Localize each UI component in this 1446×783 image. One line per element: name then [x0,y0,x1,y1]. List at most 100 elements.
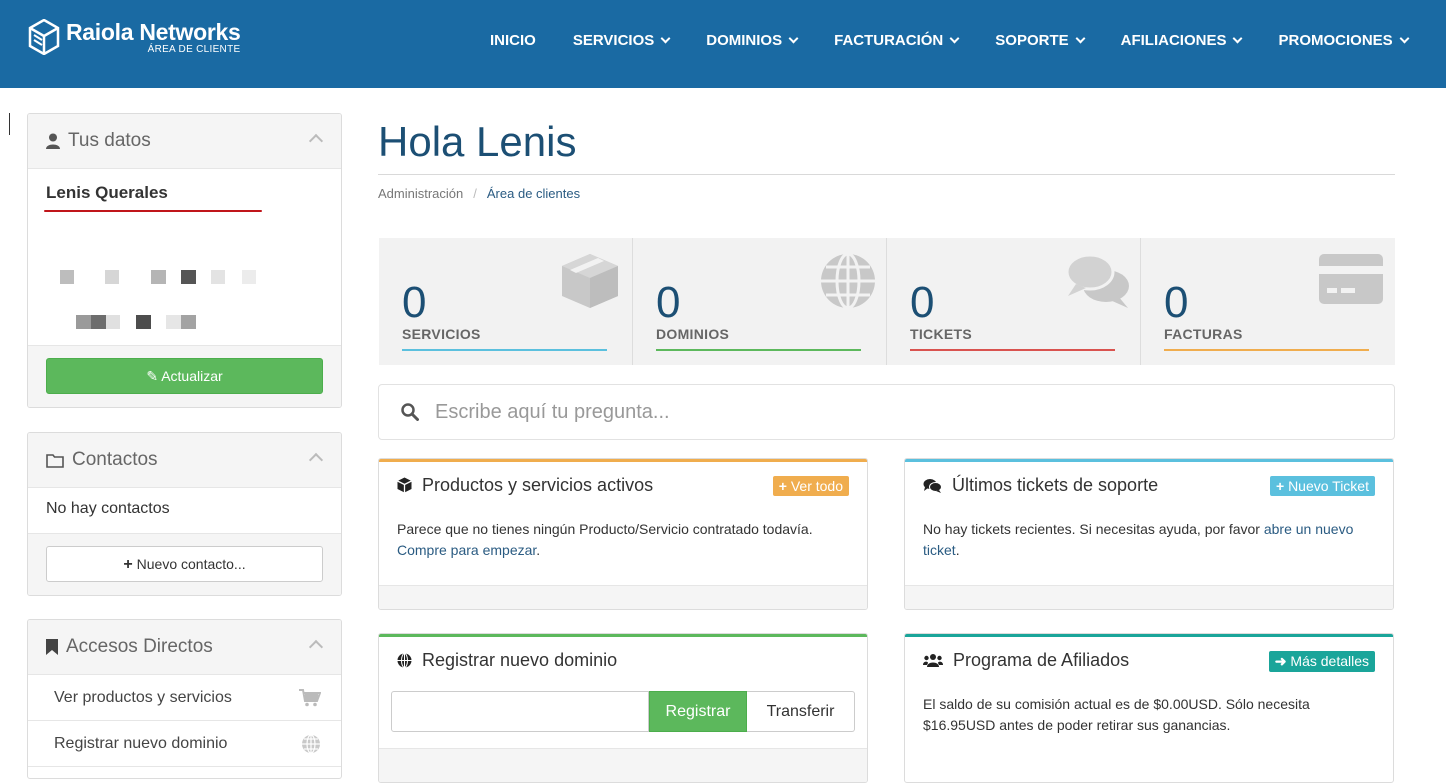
stat-invoices[interactable]: 0 FACTURAS [1141,238,1395,365]
kb-search [378,384,1395,440]
top-header: Raiola Networks ÁREA DE CLIENTE INICIO S… [0,0,1446,88]
comments-icon [923,478,942,493]
products-card-footer [379,585,867,609]
stat-tickets[interactable]: 0 TICKETS [887,238,1141,365]
globe-icon [821,252,875,310]
arrow-right-icon: ➜ [1274,653,1287,669]
box-icon [562,254,618,308]
page-title: Hola Lenis [378,118,577,165]
nav-dominios[interactable]: DOMINIOS [706,32,799,49]
search-input[interactable] [435,400,1335,424]
products-card-header: Productos y servicios activos + Ver todo [379,462,867,508]
chevron-down-icon [1233,33,1243,43]
comments-icon [1066,253,1129,308]
shortcuts-panel-header[interactable]: Accesos Directos [28,620,341,675]
main-nav: INICIO SERVICIOS DOMINIOS FACTURACIÓN SO… [490,32,1410,49]
search-icon [401,403,419,421]
collapse-icon[interactable] [308,133,324,149]
nav-facturacion[interactable]: FACTURACIÓN [834,32,960,49]
plus-icon: + [778,478,787,494]
nav-promociones[interactable]: PROMOCIONES [1278,32,1410,49]
transfer-domain-button[interactable]: Transferir [747,691,855,732]
products-card-body: Parece que no tienes ningún Producto/Ser… [397,521,813,558]
folder-icon [46,453,64,468]
domain-card-footer [379,748,867,782]
cube-logo-icon [28,19,60,55]
tickets-label: TICKETS [910,326,972,342]
profile-panel-header[interactable]: Tus datos [28,114,341,169]
shortcuts-panel-title: Accesos Directos [66,636,213,657]
brand-name: Raiola Networks [66,19,241,45]
domains-accent-bar [656,349,861,351]
tickets-card: Últimos tickets de soporte + Nuevo Ticke… [904,458,1394,610]
plus-icon: + [123,556,133,573]
affiliates-card-title: Programa de Afiliados [953,649,1130,670]
domains-label: DOMINIOS [656,326,730,342]
globe-icon [397,652,412,668]
stats-row: 0 SERVICIOS 0 DOMINIOS 0 TICKETS 0 FACTU… [379,238,1395,365]
affiliates-card-header: Programa de Afiliados ➜ Más detalles [905,637,1393,683]
nav-inicio[interactable]: INICIO [490,32,536,49]
domain-card-header: Registrar nuevo dominio [379,637,867,683]
nav-servicios[interactable]: SERVICIOS [573,32,671,49]
brand-subtitle: ÁREA DE CLIENTE [147,44,241,55]
nav-soporte[interactable]: SOPORTE [995,32,1086,49]
bookmark-icon [46,639,58,655]
contacts-panel-title: Contactos [72,449,158,470]
shortcut-register-domain[interactable]: Registrar nuevo dominio [28,721,341,767]
profile-name: Lenis Querales [46,183,168,202]
invoices-count: 0 [1164,278,1189,327]
profile-panel-footer: ✎ Actualizar [28,345,341,407]
pencil-icon: ✎ [146,368,159,384]
products-card: Productos y servicios activos + Ver todo… [378,458,868,610]
profile-panel-title: Tus datos [68,130,151,151]
update-profile-button[interactable]: ✎ Actualizar [46,358,323,394]
view-all-button[interactable]: + Ver todo [772,476,849,496]
contacts-empty-text: No hay contactos [46,500,170,517]
plus-icon: + [1275,478,1285,494]
brand-logo[interactable]: Raiola Networks ÁREA DE CLIENTE [28,19,241,55]
stat-domains[interactable]: 0 DOMINIOS [633,238,887,365]
invoices-accent-bar [1164,349,1369,351]
breadcrumb-admin-link[interactable]: Administración [378,186,463,201]
services-count: 0 [402,278,427,327]
tickets-card-title: Últimos tickets de soporte [952,474,1159,495]
domain-input[interactable] [391,691,649,732]
buy-link[interactable]: Compre para empezar [397,542,536,558]
shortcuts-panel: Accesos Directos Ver productos y servici… [27,619,342,779]
breadcrumb-separator: / [473,186,477,201]
title-divider [378,174,1395,175]
credit-card-icon [1319,254,1383,304]
cart-icon [299,688,321,706]
tickets-card-body: No hay tickets recientes. Si necesitas a… [923,521,1354,558]
breadcrumb-current: Área de clientes [486,186,581,201]
services-accent-bar [402,349,607,351]
new-contact-button[interactable]: + Nuevo contacto... [46,546,323,582]
domain-card: Registrar nuevo dominio Registrar Transf… [378,633,868,783]
users-icon [923,654,943,667]
nav-afiliaciones[interactable]: AFILIACIONES [1121,32,1243,49]
new-ticket-button[interactable]: + Nuevo Ticket [1269,476,1375,496]
tickets-count: 0 [910,278,935,327]
affiliates-card-body: El saldo de su comisión actual es de $0.… [923,696,1310,733]
profile-panel: Tus datos Lenis Querales ✎ Actualizar [27,113,342,408]
contacts-panel: Contactos No hay contactos + Nuevo conta… [27,432,342,596]
contacts-panel-header[interactable]: Contactos [28,433,341,488]
breadcrumb: Administración / Área de clientes [378,186,580,201]
globe-icon [302,733,320,754]
tickets-card-header: Últimos tickets de soporte + Nuevo Ticke… [905,462,1393,508]
cube-icon [397,477,412,493]
tickets-accent-bar [910,349,1115,351]
chevron-down-icon [788,33,799,43]
collapse-icon[interactable] [308,639,324,655]
stat-services[interactable]: 0 SERVICIOS [379,238,633,365]
collapse-icon[interactable] [308,452,324,468]
name-underline-mark [44,210,262,212]
more-details-button[interactable]: ➜ Más detalles [1268,651,1375,672]
chevron-down-icon [1075,33,1086,43]
services-label: SERVICIOS [402,326,481,342]
products-card-title: Productos y servicios activos [422,474,654,495]
register-domain-button[interactable]: Registrar [649,691,747,732]
chevron-down-icon [949,33,960,43]
shortcut-view-products[interactable]: Ver productos y servicios [28,675,341,721]
